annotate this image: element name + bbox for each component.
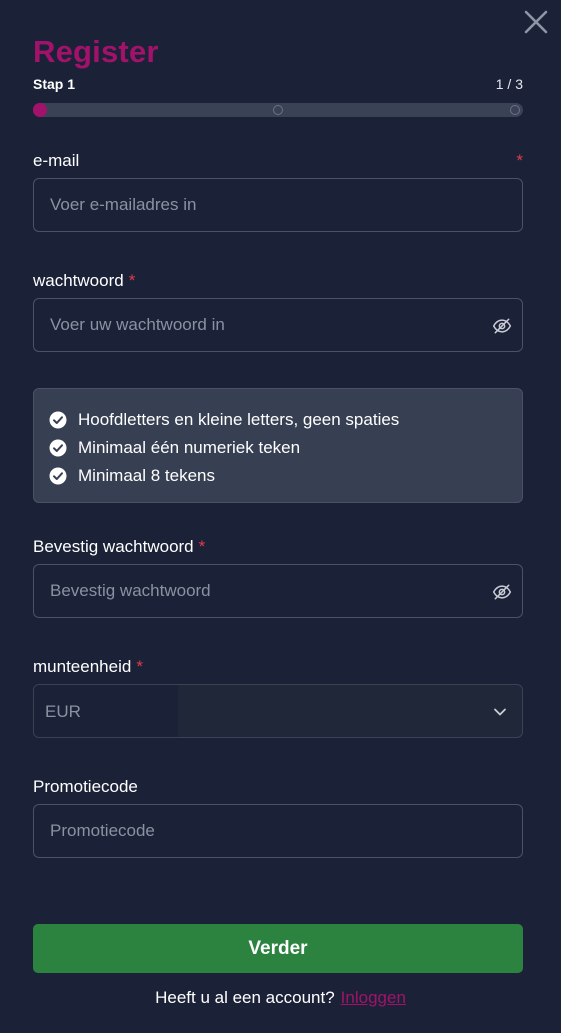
eye-off-icon bbox=[492, 584, 512, 600]
password-label-text: wachtwoord bbox=[33, 271, 124, 290]
promo-field-box bbox=[33, 804, 523, 858]
login-prompt-text: Heeft u al een account? bbox=[155, 988, 335, 1007]
confirm-password-label-text: Bevestig wachtwoord bbox=[33, 537, 194, 556]
currency-label: munteenheid * bbox=[33, 657, 143, 677]
password-required-mark: * bbox=[128, 271, 136, 290]
eye-off-icon bbox=[492, 318, 512, 334]
step-dot-1 bbox=[33, 103, 47, 117]
password-rule: Minimaal één numeriek teken bbox=[34, 434, 522, 462]
promo-field[interactable] bbox=[34, 805, 522, 857]
step-label: Stap 1 bbox=[33, 76, 76, 92]
check-circle-icon bbox=[49, 439, 67, 457]
progress-bar bbox=[33, 103, 523, 117]
login-link[interactable]: Inloggen bbox=[341, 988, 406, 1007]
currency-label-text: munteenheid bbox=[33, 657, 132, 676]
promo-label: Promotiecode bbox=[33, 777, 138, 797]
password-rule-text: Hoofdletters en kleine letters, geen spa… bbox=[78, 410, 400, 429]
password-label: wachtwoord * bbox=[33, 271, 135, 291]
continue-button[interactable]: Verder bbox=[33, 924, 523, 973]
confirm-password-label: Bevestig wachtwoord * bbox=[33, 537, 205, 557]
login-prompt: Heeft u al een account? Inloggen bbox=[0, 988, 561, 1008]
check-circle-icon bbox=[49, 411, 67, 429]
email-field[interactable] bbox=[34, 179, 522, 231]
email-required-mark: * bbox=[516, 151, 523, 170]
password-rule-text: Minimaal 8 tekens bbox=[78, 466, 216, 485]
confirm-password-field-box bbox=[33, 564, 523, 618]
currency-select[interactable]: EUR bbox=[33, 684, 523, 738]
password-rule: Hoofdletters en kleine letters, geen spa… bbox=[34, 406, 522, 434]
confirm-password-field[interactable] bbox=[34, 565, 522, 617]
confirm-password-required-mark: * bbox=[198, 537, 206, 556]
currency-required-mark: * bbox=[136, 657, 143, 676]
chevron-down-icon bbox=[494, 708, 506, 716]
close-icon bbox=[524, 10, 548, 34]
password-field[interactable] bbox=[34, 299, 522, 351]
step-count: 1 / 3 bbox=[495, 76, 523, 92]
confirm-password-visibility-toggle[interactable] bbox=[492, 582, 512, 602]
page-title: Register bbox=[33, 34, 159, 69]
password-field-box bbox=[33, 298, 523, 352]
step-dot-2 bbox=[273, 105, 283, 115]
password-rules-panel: Hoofdletters en kleine letters, geen spa… bbox=[33, 388, 523, 503]
password-rule-text: Minimaal één numeriek teken bbox=[78, 438, 301, 457]
promo-label-text: Promotiecode bbox=[33, 777, 138, 796]
currency-selected-value: EUR bbox=[45, 702, 81, 721]
email-label-text: e-mail bbox=[33, 151, 80, 170]
close-button[interactable] bbox=[524, 10, 548, 34]
step-dot-3 bbox=[510, 105, 520, 115]
email-label: e-mail bbox=[33, 151, 79, 171]
check-circle-icon bbox=[49, 467, 67, 485]
password-rule: Minimaal 8 tekens bbox=[34, 462, 522, 490]
password-visibility-toggle[interactable] bbox=[492, 316, 512, 336]
email-field-box bbox=[33, 178, 523, 232]
